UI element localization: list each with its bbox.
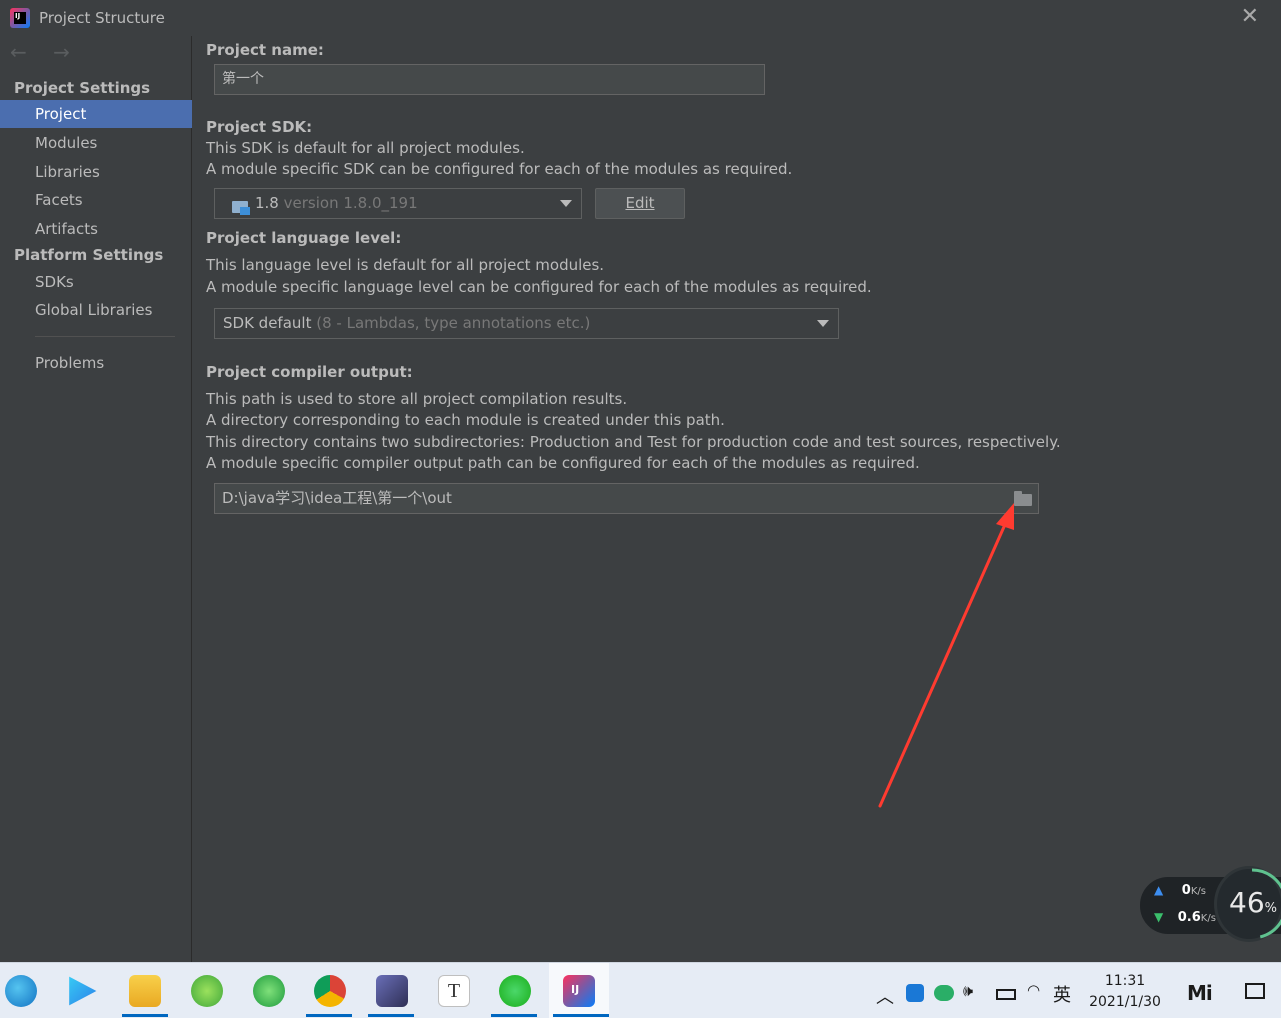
upload-unit: K/s <box>1190 886 1206 897</box>
wechat-icon[interactable] <box>499 975 531 1007</box>
volume-icon[interactable]: 🕪 <box>963 981 973 1001</box>
download-value: 0.6 <box>1177 910 1201 925</box>
green-app-icon[interactable] <box>191 975 223 1007</box>
ime-indicator[interactable]: 英 <box>1053 981 1071 1007</box>
intellij-icon[interactable]: IJ <box>563 975 595 1007</box>
file-explorer-active-indicator <box>122 1014 168 1017</box>
notification-center-icon[interactable] <box>1245 983 1265 999</box>
cpu-usage: 46% <box>1229 886 1277 919</box>
tray-app-icon[interactable] <box>906 984 924 1002</box>
file-explorer-icon[interactable] <box>129 975 161 1007</box>
photo-app-icon[interactable] <box>376 975 408 1007</box>
video-player-icon[interactable] <box>69 976 97 1006</box>
tray-wechat-icon[interactable] <box>934 985 954 1001</box>
upload-arrow-icon: ▲ <box>1154 883 1164 897</box>
battery-icon[interactable] <box>996 989 1016 1000</box>
photo-active-indicator <box>368 1014 414 1017</box>
upload-speed: ▲ 0K/s <box>1154 883 1206 898</box>
clock-date: 2021/1/30 <box>1089 994 1161 1010</box>
system-clock[interactable]: 11:31 2021/1/30 <box>1082 971 1168 1013</box>
wechat-active-indicator <box>491 1014 537 1017</box>
download-speed: ▼ 0.6K/s <box>1154 910 1216 925</box>
taskbar: T IJ ︿ 🕪 ◠ 英 11:31 2021/1/30 Mi <box>0 962 1281 1018</box>
clock-time: 11:31 <box>1104 973 1146 989</box>
wifi-icon[interactable]: ◠ <box>1027 981 1040 999</box>
mi-assistant-icon[interactable]: Mi <box>1187 981 1213 1005</box>
upload-value: 0 <box>1181 883 1191 898</box>
cpu-unit: % <box>1264 901 1277 916</box>
typora-icon[interactable]: T <box>438 975 470 1007</box>
chrome-icon[interactable] <box>314 975 346 1007</box>
edge-icon[interactable] <box>5 975 37 1007</box>
ie-icon[interactable] <box>253 975 285 1007</box>
annotation-arrow <box>878 503 1014 808</box>
cpu-value: 46 <box>1229 886 1265 919</box>
chrome-active-indicator <box>306 1014 352 1017</box>
intellij-active-indicator <box>553 1014 609 1017</box>
download-arrow-icon: ▼ <box>1154 910 1164 924</box>
show-hidden-icons-chevron-icon[interactable]: ︿ <box>876 983 894 1009</box>
